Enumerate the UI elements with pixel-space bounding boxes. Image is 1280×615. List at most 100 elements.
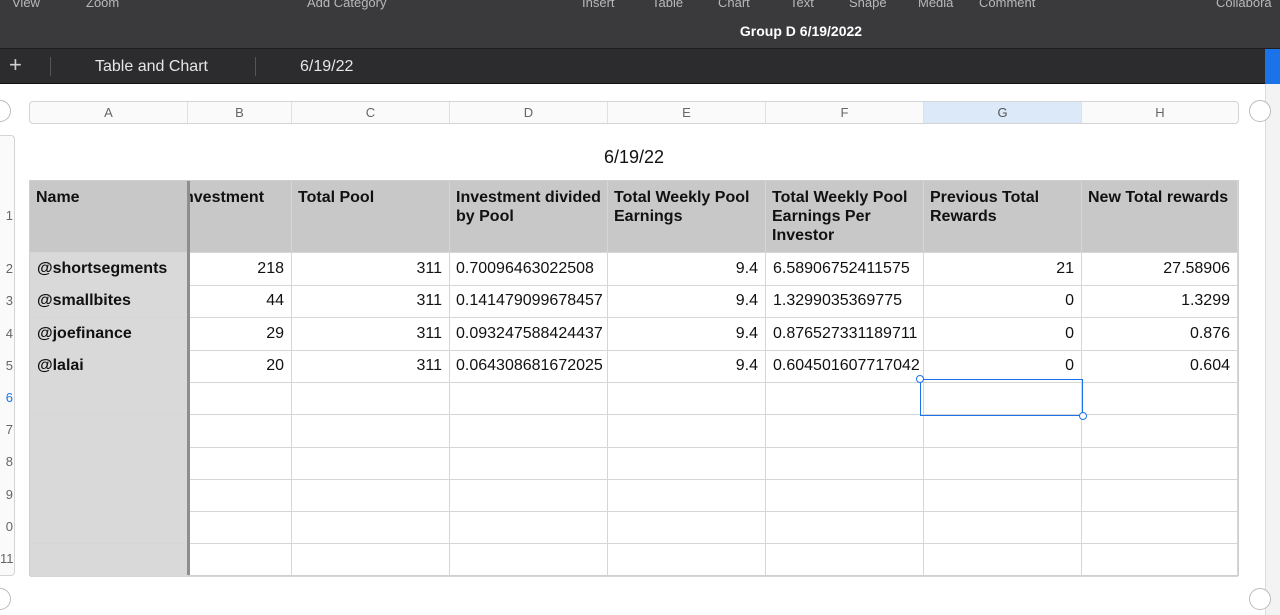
table-cell[interactable]: 44 (188, 285, 292, 319)
table-cell[interactable]: 0.604501607717042 (766, 349, 924, 383)
column-header-e[interactable]: E (608, 102, 766, 123)
empty-cell[interactable] (450, 414, 608, 448)
empty-cell[interactable] (608, 446, 766, 480)
name-cell-empty[interactable] (30, 543, 188, 577)
toolbar-shape-button[interactable]: Shape (849, 0, 887, 10)
table-cell[interactable]: 0 (924, 317, 1082, 351)
empty-cell[interactable] (766, 382, 924, 416)
add-sheet-button[interactable]: + (9, 53, 22, 77)
empty-cell[interactable] (608, 511, 766, 545)
column-header-a[interactable]: A (30, 102, 188, 123)
row-header-10[interactable]: 0 (0, 519, 13, 534)
empty-cell[interactable] (608, 479, 766, 513)
toolbar-media-button[interactable]: Media (918, 0, 953, 10)
table-cell[interactable]: 9.4 (608, 253, 766, 286)
name-cell-empty[interactable] (30, 382, 188, 416)
table-cell[interactable]: 29 (188, 317, 292, 351)
column-header-h[interactable]: H (1082, 102, 1238, 123)
toolbar-table-button[interactable]: Table (652, 0, 683, 10)
table-cell[interactable]: 9.4 (608, 317, 766, 351)
name-cell[interactable]: @lalai (30, 349, 188, 383)
column-header-c[interactable]: C (292, 102, 450, 123)
selection-handle-bottom-right[interactable] (1079, 412, 1087, 420)
empty-cell[interactable] (188, 414, 292, 448)
tab-6-19-22[interactable]: 6/19/22 (300, 58, 353, 76)
empty-cell[interactable] (1082, 543, 1238, 577)
header-cell-e[interactable]: Total Weekly Pool Earnings (608, 181, 766, 253)
empty-cell[interactable] (766, 511, 924, 545)
empty-cell[interactable] (292, 382, 450, 416)
table-cell[interactable]: 0.064308681672025 (450, 349, 608, 383)
empty-cell[interactable] (188, 382, 292, 416)
header-cell-h[interactable]: New Total rewards (1082, 181, 1238, 253)
empty-cell[interactable] (924, 511, 1082, 545)
empty-cell[interactable] (292, 543, 450, 577)
empty-cell[interactable] (450, 511, 608, 545)
table-cell[interactable]: 27.58906 (1082, 253, 1238, 286)
name-cell-empty[interactable] (30, 511, 188, 545)
empty-cell[interactable] (188, 511, 292, 545)
name-cell[interactable]: @joefinance (30, 317, 188, 351)
table-cell[interactable]: 0.604 (1082, 349, 1238, 383)
empty-cell[interactable] (1082, 446, 1238, 480)
toolbar-add-category-button[interactable]: Add Category (307, 0, 387, 10)
table-cell[interactable]: 311 (292, 317, 450, 351)
table-cell[interactable]: 21 (924, 253, 1082, 286)
empty-cell[interactable] (766, 543, 924, 577)
name-cell-empty[interactable] (30, 446, 188, 480)
empty-cell[interactable] (292, 511, 450, 545)
empty-cell[interactable] (924, 446, 1082, 480)
header-cell-f[interactable]: Total Weekly Pool Earnings Per Investor (766, 181, 924, 253)
table-title[interactable]: 6/19/22 (29, 147, 1239, 168)
empty-cell[interactable] (292, 414, 450, 448)
column-header-d[interactable]: D (450, 102, 608, 123)
toolbar-zoom-button[interactable]: Zoom (86, 0, 119, 10)
name-cell-empty[interactable] (30, 479, 188, 513)
header-cell-g[interactable]: Previous Total Rewards (924, 181, 1082, 253)
empty-cell[interactable] (924, 479, 1082, 513)
empty-cell[interactable] (292, 479, 450, 513)
column-header-g[interactable]: G (924, 102, 1082, 123)
toolbar-chart-button[interactable]: Chart (718, 0, 750, 10)
row-header-2[interactable]: 2 (0, 261, 13, 276)
table-cell[interactable]: 9.4 (608, 285, 766, 319)
selected-cell-g6[interactable] (916, 375, 1087, 420)
table-cell[interactable]: 9.4 (608, 349, 766, 383)
table-cell[interactable]: 311 (292, 253, 450, 286)
table-cell[interactable]: 0.70096463022508 (450, 253, 608, 286)
table-cell[interactable]: 20 (188, 349, 292, 383)
table-cell[interactable]: 6.58906752411575 (766, 253, 924, 286)
toolbar-collaborate-button[interactable]: Collabora (1216, 0, 1272, 10)
table-cell[interactable]: 0.876 (1082, 317, 1238, 351)
row-header-1[interactable]: 1 (0, 208, 13, 223)
empty-cell[interactable] (1082, 382, 1238, 416)
toolbar-comment-button[interactable]: Comment (979, 0, 1035, 10)
empty-cell[interactable] (924, 414, 1082, 448)
column-header-f[interactable]: F (766, 102, 924, 123)
table-cell[interactable]: 0.093247588424437 (450, 317, 608, 351)
table-cell[interactable]: 0 (924, 285, 1082, 319)
empty-cell[interactable] (1082, 479, 1238, 513)
header-cell-a[interactable]: Name (30, 181, 188, 253)
name-cell[interactable]: @shortsegments (30, 253, 188, 286)
row-header-6[interactable]: 6 (0, 390, 13, 405)
header-cell-d[interactable]: Investment divided by Pool (450, 181, 608, 253)
empty-cell[interactable] (1082, 511, 1238, 545)
toolbar-view-button[interactable]: View (12, 0, 40, 10)
row-header-9[interactable]: 9 (0, 487, 13, 502)
table-cell[interactable]: 0 (924, 349, 1082, 383)
empty-cell[interactable] (188, 543, 292, 577)
empty-cell[interactable] (766, 479, 924, 513)
column-header-b[interactable]: B (188, 102, 292, 123)
add-column-handle[interactable] (1249, 100, 1271, 122)
header-cell-b[interactable]: nvestment (188, 181, 292, 253)
selection-handle-top-left[interactable] (916, 375, 924, 383)
empty-cell[interactable] (292, 446, 450, 480)
row-header-4[interactable]: 4 (0, 326, 13, 341)
row-header-5[interactable]: 5 (0, 358, 13, 373)
row-header-11[interactable]: 11 (0, 551, 14, 566)
toolbar-text-button[interactable]: Text (790, 0, 814, 10)
empty-cell[interactable] (188, 446, 292, 480)
empty-cell[interactable] (450, 382, 608, 416)
empty-cell[interactable] (766, 414, 924, 448)
